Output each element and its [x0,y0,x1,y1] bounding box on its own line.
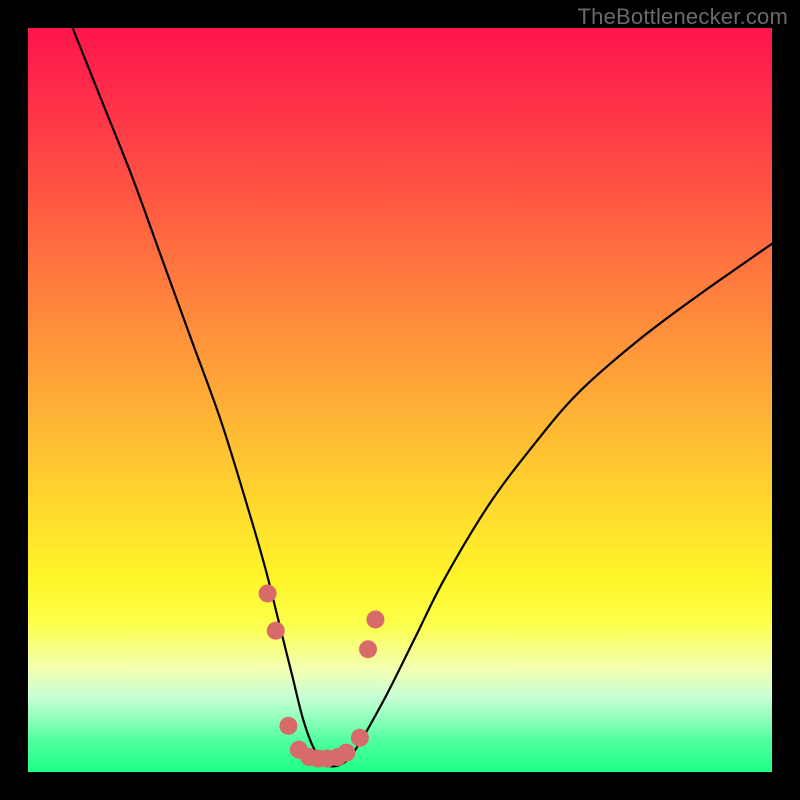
curve-marker [259,584,277,602]
chart-frame: TheBottlenecker.com [0,0,800,800]
curve-marker [337,744,355,762]
plot-area [28,28,772,772]
watermark-text: TheBottlenecker.com [578,4,788,30]
curve-marker [359,640,377,658]
bottleneck-curve-path [73,28,772,766]
curve-marker [351,729,369,747]
curve-marker [366,610,384,628]
curve-marker [267,622,285,640]
curve-marker [279,717,297,735]
bottleneck-curve-svg [28,28,772,772]
